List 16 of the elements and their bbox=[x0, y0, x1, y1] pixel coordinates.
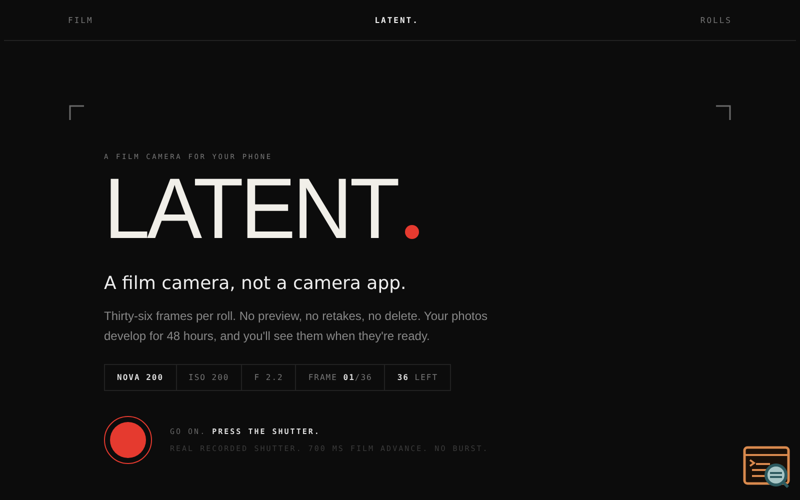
brand-logo[interactable]: LATENT. bbox=[374, 16, 419, 24]
shutter-button[interactable] bbox=[104, 416, 152, 464]
console-search-icon[interactable] bbox=[743, 446, 791, 488]
period-dot-icon bbox=[405, 225, 420, 239]
tagline: A film camera, not a camera app. bbox=[104, 273, 408, 294]
spec-label: F 2.2 bbox=[242, 365, 296, 390]
spec-label: 36 LEFT bbox=[396, 372, 440, 384]
description: Thirty-six frames per roll. No preview, no retakes, no delete. Your photos develop for 48 hours, and you'll see them when they're ready. bbox=[104, 308, 489, 345]
rolls-link[interactable]: ROLLS bbox=[700, 16, 732, 24]
spec-label: NOVA 200 bbox=[105, 365, 177, 390]
viewfinder-corner-icon bbox=[716, 105, 731, 120]
spec-label: ISO 200 bbox=[176, 365, 242, 390]
spec-label: FRAME 01/36 bbox=[296, 365, 386, 390]
film-link[interactable]: FILM bbox=[68, 16, 94, 24]
viewfinder-corner-icon bbox=[69, 105, 84, 120]
hero-title: LATENT bbox=[104, 175, 398, 243]
